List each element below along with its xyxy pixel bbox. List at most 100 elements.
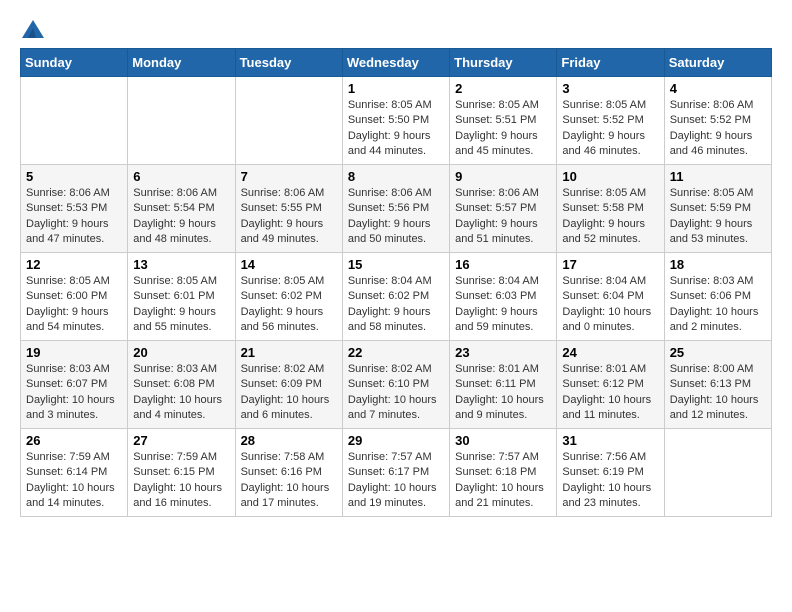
day-number: 15 (348, 257, 444, 272)
weekday-header-tuesday: Tuesday (235, 49, 342, 77)
calendar-day-cell: 19 Sunrise: 8:03 AM Sunset: 6:07 PM Dayli… (21, 341, 128, 429)
calendar-day-cell: 2 Sunrise: 8:05 AM Sunset: 5:51 PM Daylig… (450, 77, 557, 165)
day-number: 16 (455, 257, 551, 272)
day-detail: Sunrise: 8:06 AM Sunset: 5:56 PM Dayligh… (348, 186, 444, 248)
calendar-day-cell: 25Sunrise: 8:00 AM Sunset: 6:13 PM Dayli… (664, 341, 771, 429)
calendar-day-cell: 27 Sunrise: 7:59 AM Sunset: 6:15 PM Dayli… (128, 429, 235, 517)
day-number: 20 (133, 345, 229, 360)
day-number: 14 (241, 257, 337, 272)
calendar-day-cell: 18Sunrise: 8:03 AM Sunset: 6:06 PM Dayli… (664, 253, 771, 341)
weekday-header-thursday: Thursday (450, 49, 557, 77)
day-detail: Sunrise: 7:58 AM Sunset: 6:16 PM Dayligh… (241, 450, 337, 512)
day-detail: Sunrise: 8:05 AM Sunset: 5:58 PM Dayligh… (562, 186, 658, 248)
day-number: 10 (562, 169, 658, 184)
calendar-day-cell: 15 Sunrise: 8:04 AM Sunset: 6:02 PM Dayli… (342, 253, 449, 341)
day-number: 27 (133, 433, 229, 448)
day-number: 26 (26, 433, 122, 448)
day-number: 5 (26, 169, 122, 184)
day-detail: Sunrise: 8:02 AM Sunset: 6:10 PM Dayligh… (348, 362, 444, 424)
calendar-day-cell (664, 429, 771, 517)
day-detail: Sunrise: 7:59 AM Sunset: 6:15 PM Dayligh… (133, 450, 229, 512)
day-detail: Sunrise: 8:04 AM Sunset: 6:04 PM Dayligh… (562, 274, 658, 336)
weekday-header-wednesday: Wednesday (342, 49, 449, 77)
calendar-week-row: 5 Sunrise: 8:06 AM Sunset: 5:53 PM Daylig… (21, 165, 772, 253)
day-number: 29 (348, 433, 444, 448)
calendar-day-cell: 3Sunrise: 8:05 AM Sunset: 5:52 PM Daylig… (557, 77, 664, 165)
day-detail: Sunrise: 8:04 AM Sunset: 6:02 PM Dayligh… (348, 274, 444, 336)
calendar-day-cell: 8 Sunrise: 8:06 AM Sunset: 5:56 PM Daylig… (342, 165, 449, 253)
calendar-header: SundayMondayTuesdayWednesdayThursdayFrid… (21, 49, 772, 77)
calendar-day-cell: 10 Sunrise: 8:05 AM Sunset: 5:58 PM Dayli… (557, 165, 664, 253)
day-detail: Sunrise: 7:57 AM Sunset: 6:18 PM Dayligh… (455, 450, 551, 512)
day-number: 28 (241, 433, 337, 448)
calendar-week-row: 12 Sunrise: 8:05 AM Sunset: 6:00 PM Dayli… (21, 253, 772, 341)
day-number: 12 (26, 257, 122, 272)
calendar-day-cell: 4 Sunrise: 8:06 AM Sunset: 5:52 PM Daylig… (664, 77, 771, 165)
weekday-header-sunday: Sunday (21, 49, 128, 77)
day-detail: Sunrise: 8:03 AM Sunset: 6:06 PM Dayligh… (670, 274, 766, 336)
calendar-day-cell (235, 77, 342, 165)
page-header (20, 20, 772, 38)
calendar-day-cell: 11 Sunrise: 8:05 AM Sunset: 5:59 PM Dayli… (664, 165, 771, 253)
day-detail: Sunrise: 8:03 AM Sunset: 6:08 PM Dayligh… (133, 362, 229, 424)
calendar-day-cell: 7Sunrise: 8:06 AM Sunset: 5:55 PM Daylig… (235, 165, 342, 253)
calendar-day-cell: 14 Sunrise: 8:05 AM Sunset: 6:02 PM Dayli… (235, 253, 342, 341)
day-detail: Sunrise: 7:56 AM Sunset: 6:19 PM Dayligh… (562, 450, 658, 512)
calendar-day-cell: 13Sunrise: 8:05 AM Sunset: 6:01 PM Dayli… (128, 253, 235, 341)
day-number: 6 (133, 169, 229, 184)
calendar-day-cell: 6 Sunrise: 8:06 AM Sunset: 5:54 PM Daylig… (128, 165, 235, 253)
calendar-day-cell: 16 Sunrise: 8:04 AM Sunset: 6:03 PM Dayli… (450, 253, 557, 341)
logo-icon (22, 20, 44, 38)
weekday-header-monday: Monday (128, 49, 235, 77)
calendar-week-row: 19 Sunrise: 8:03 AM Sunset: 6:07 PM Dayli… (21, 341, 772, 429)
day-number: 22 (348, 345, 444, 360)
day-number: 30 (455, 433, 551, 448)
weekday-header-friday: Friday (557, 49, 664, 77)
day-number: 23 (455, 345, 551, 360)
weekday-header-row: SundayMondayTuesdayWednesdayThursdayFrid… (21, 49, 772, 77)
day-detail: Sunrise: 8:06 AM Sunset: 5:53 PM Dayligh… (26, 186, 122, 248)
day-detail: Sunrise: 8:06 AM Sunset: 5:57 PM Dayligh… (455, 186, 551, 248)
calendar-day-cell: 22 Sunrise: 8:02 AM Sunset: 6:10 PM Dayli… (342, 341, 449, 429)
day-detail: Sunrise: 8:01 AM Sunset: 6:11 PM Dayligh… (455, 362, 551, 424)
calendar-day-cell: 26Sunrise: 7:59 AM Sunset: 6:14 PM Dayli… (21, 429, 128, 517)
calendar-day-cell: 28 Sunrise: 7:58 AM Sunset: 6:16 PM Dayli… (235, 429, 342, 517)
day-detail: Sunrise: 8:06 AM Sunset: 5:54 PM Dayligh… (133, 186, 229, 248)
day-detail: Sunrise: 8:05 AM Sunset: 6:01 PM Dayligh… (133, 274, 229, 336)
calendar-day-cell: 17Sunrise: 8:04 AM Sunset: 6:04 PM Dayli… (557, 253, 664, 341)
day-number: 19 (26, 345, 122, 360)
calendar-day-cell: 1 Sunrise: 8:05 AM Sunset: 5:50 PM Daylig… (342, 77, 449, 165)
day-number: 25 (670, 345, 766, 360)
day-detail: Sunrise: 8:05 AM Sunset: 5:51 PM Dayligh… (455, 98, 551, 160)
day-number: 1 (348, 81, 444, 96)
day-detail: Sunrise: 8:06 AM Sunset: 5:52 PM Dayligh… (670, 98, 766, 160)
day-detail: Sunrise: 8:05 AM Sunset: 5:50 PM Dayligh… (348, 98, 444, 160)
day-number: 8 (348, 169, 444, 184)
day-detail: Sunrise: 8:01 AM Sunset: 6:12 PM Dayligh… (562, 362, 658, 424)
day-number: 24 (562, 345, 658, 360)
calendar-day-cell: 24 Sunrise: 8:01 AM Sunset: 6:12 PM Dayli… (557, 341, 664, 429)
calendar-table: SundayMondayTuesdayWednesdayThursdayFrid… (20, 48, 772, 517)
day-number: 9 (455, 169, 551, 184)
day-detail: Sunrise: 8:05 AM Sunset: 5:59 PM Dayligh… (670, 186, 766, 248)
day-number: 21 (241, 345, 337, 360)
logo (20, 20, 46, 38)
day-number: 2 (455, 81, 551, 96)
day-number: 11 (670, 169, 766, 184)
calendar-day-cell: 31 Sunrise: 7:56 AM Sunset: 6:19 PM Dayli… (557, 429, 664, 517)
day-detail: Sunrise: 7:57 AM Sunset: 6:17 PM Dayligh… (348, 450, 444, 512)
day-detail: Sunrise: 8:04 AM Sunset: 6:03 PM Dayligh… (455, 274, 551, 336)
calendar-day-cell: 5 Sunrise: 8:06 AM Sunset: 5:53 PM Daylig… (21, 165, 128, 253)
calendar-day-cell: 20 Sunrise: 8:03 AM Sunset: 6:08 PM Dayli… (128, 341, 235, 429)
day-number: 7 (241, 169, 337, 184)
calendar-body: 1 Sunrise: 8:05 AM Sunset: 5:50 PM Daylig… (21, 77, 772, 517)
day-detail: Sunrise: 8:03 AM Sunset: 6:07 PM Dayligh… (26, 362, 122, 424)
day-detail: Sunrise: 8:05 AM Sunset: 6:02 PM Dayligh… (241, 274, 337, 336)
calendar-day-cell: 12 Sunrise: 8:05 AM Sunset: 6:00 PM Dayli… (21, 253, 128, 341)
day-number: 31 (562, 433, 658, 448)
day-number: 3 (562, 81, 658, 96)
day-number: 4 (670, 81, 766, 96)
calendar-day-cell: 9 Sunrise: 8:06 AM Sunset: 5:57 PM Daylig… (450, 165, 557, 253)
day-detail: Sunrise: 8:05 AM Sunset: 6:00 PM Dayligh… (26, 274, 122, 336)
calendar-day-cell: 29 Sunrise: 7:57 AM Sunset: 6:17 PM Dayli… (342, 429, 449, 517)
